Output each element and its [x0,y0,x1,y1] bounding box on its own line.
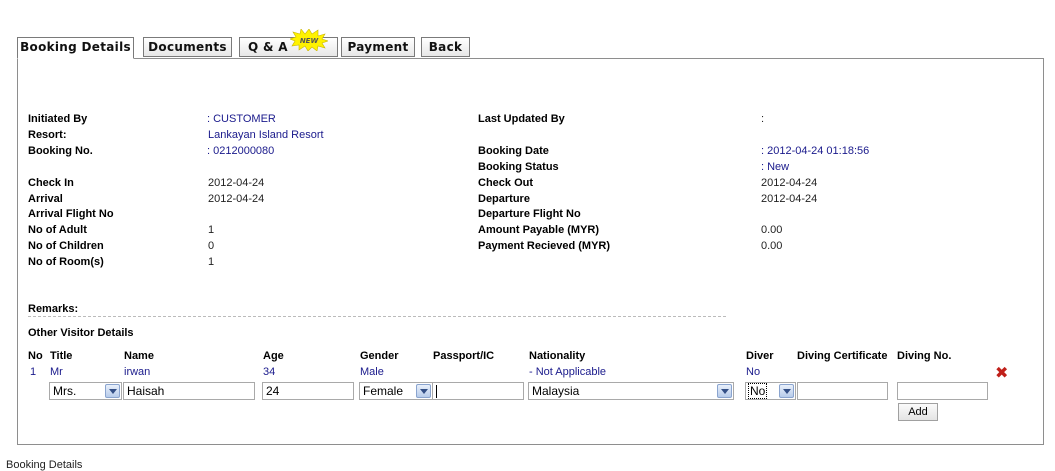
footer-breadcrumb: Booking Details [6,459,83,471]
tab-q-and-a-label: Q & A [248,40,288,54]
booking-date-label: Booking Date [478,145,549,157]
visitor-row-diver: No [746,366,761,378]
arrival-flight-label: Arrival Flight No [28,208,114,220]
diver-select[interactable]: No [745,382,796,400]
tab-payment[interactable]: Payment [341,37,415,57]
visitor-row-nationality: - Not Applicable [529,366,607,378]
col-age-header: Age [263,350,284,362]
col-passport-header: Passport/IC [433,350,495,362]
diver-select-value: No [747,383,768,399]
children-value: 0 [208,240,215,252]
passport-input[interactable] [432,382,524,400]
col-no-header: No [28,350,43,362]
text-cursor [436,385,437,399]
arrival-value: 2012-04-24 [208,193,265,205]
check-out-value: 2012-04-24 [761,177,818,189]
visitor-row-title: Mr [50,366,63,378]
chevron-down-icon [105,384,120,398]
gender-select-value: Female [363,384,404,398]
departure-value: 2012-04-24 [761,193,818,205]
visitor-section-title: Other Visitor Details [28,327,134,339]
tab-documents[interactable]: Documents [143,37,232,57]
age-input[interactable]: 24 [262,382,354,400]
arrival-label: Arrival [28,193,63,205]
tab-booking-details[interactable]: Booking Details [17,37,134,59]
amount-payable-value: 0.00 [761,224,783,236]
remarks-divider [28,316,726,317]
adult-label: No of Adult [28,224,87,236]
visitor-row-age: 34 [263,366,276,378]
new-badge-text: NEW [300,37,319,45]
check-out-label: Check Out [478,177,534,189]
new-badge-icon: NEW [290,29,328,51]
diving-no-input[interactable] [897,382,988,400]
adult-value: 1 [208,224,215,236]
title-select-value: Mrs. [53,384,77,398]
col-nationality-header: Nationality [529,350,586,362]
booking-no-value: : 0212000080 [207,145,275,157]
visitor-row-gender: Male [360,366,384,378]
payment-received-value: 0.00 [761,240,783,252]
col-diving-certificate-header: Diving Certificate [797,350,888,362]
last-updated-value: : [761,113,765,125]
tab-back[interactable]: Back [421,37,470,57]
last-updated-label: Last Updated By [478,113,565,125]
check-in-value: 2012-04-24 [208,177,265,189]
rooms-value: 1 [208,256,215,268]
remarks-label: Remarks: [28,303,79,315]
diving-certificate-input[interactable] [797,382,888,400]
initiated-by-label: Initiated By [28,113,88,125]
booking-no-label: Booking No. [28,145,93,157]
chevron-down-icon [779,384,794,398]
col-name-header: Name [124,350,154,362]
visitor-row-name: irwan [124,366,151,378]
add-visitor-button[interactable]: Add [898,403,938,421]
check-in-label: Check In [28,177,74,189]
nationality-select[interactable]: Malaysia [528,382,734,400]
nationality-select-value: Malaysia [532,384,580,398]
resort-value: Lankayan Island Resort [208,129,324,141]
rooms-label: No of Room(s) [28,256,104,268]
gender-select[interactable]: Female [359,382,433,400]
col-diving-no-header: Diving No. [897,350,952,362]
payment-received-label: Payment Recieved (MYR) [478,240,611,252]
name-input[interactable]: Haisah [123,382,255,400]
chevron-down-icon [717,384,732,398]
amount-payable-label: Amount Payable (MYR) [478,224,600,236]
children-label: No of Children [28,240,104,252]
booking-status-value: : New [761,161,790,173]
col-gender-header: Gender [360,350,399,362]
booking-status-label: Booking Status [478,161,559,173]
chevron-down-icon [416,384,431,398]
departure-flight-label: Departure Flight No [478,208,581,220]
departure-label: Departure [478,193,530,205]
booking-date-value: : 2012-04-24 01:18:56 [761,145,870,157]
visitor-row-no: 1 [30,366,37,378]
col-title-header: Title [50,350,73,362]
col-diver-header: Diver [746,350,774,362]
initiated-by-value: : CUSTOMER [207,113,276,125]
delete-visitor-icon[interactable]: ✖ [995,363,1008,382]
resort-label: Resort: [28,129,67,141]
title-select[interactable]: Mrs. [49,382,122,400]
